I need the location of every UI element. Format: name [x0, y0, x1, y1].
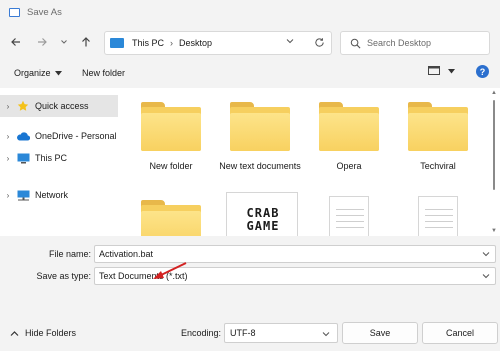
expand-chevron-icon[interactable]: ›: [0, 154, 16, 163]
star-icon: [16, 100, 30, 112]
scroll-up-icon[interactable]: ▲: [491, 90, 497, 96]
file-item-name: Opera: [336, 161, 362, 171]
dialog-footer: Hide Folders Encoding: UTF-8 Save Cancel: [0, 318, 500, 351]
file-item-folder[interactable]: Techviral: [395, 98, 481, 172]
file-item-folder[interactable]: New folder: [128, 98, 214, 172]
file-name-dropdown-icon[interactable]: [481, 249, 491, 261]
image-thumbnail: CRAB GAME ↗: [226, 192, 298, 236]
window-title: Save As: [27, 6, 62, 18]
search-icon: [350, 38, 361, 49]
sidebar-item-label: This PC: [35, 153, 68, 163]
folder-icon: [137, 98, 205, 154]
sidebar-item-this-pc[interactable]: › This PC: [0, 147, 118, 169]
save-as-type-label: Save as type:: [36, 271, 91, 281]
file-item-name: New folder: [149, 161, 193, 171]
save-button[interactable]: Save: [342, 322, 418, 344]
network-icon: [16, 189, 30, 201]
sidebar-item-label: Network: [35, 190, 69, 200]
folder-icon: [315, 98, 383, 154]
save-dialog-icon: [9, 7, 20, 17]
cloud-icon: [16, 130, 30, 142]
file-list: New folder New text documents Opera Tech…: [128, 88, 488, 236]
forward-arrow-icon[interactable]: [34, 34, 50, 50]
file-item-folder[interactable]: [128, 196, 214, 236]
folder-icon: [137, 196, 205, 236]
encoding-dropdown-icon[interactable]: [321, 329, 331, 341]
file-item-folder[interactable]: Opera: [306, 98, 392, 172]
sidebar-item-label: OneDrive - Personal: [35, 131, 117, 141]
file-item-document[interactable]: [306, 196, 392, 236]
scroll-down-icon[interactable]: ▼: [491, 228, 497, 234]
search-box[interactable]: Search Desktop: [340, 31, 490, 55]
hide-folders-label: Hide Folders: [25, 328, 77, 338]
this-pc-icon: [110, 38, 124, 48]
navigation-pane: › Quick access › OneDrive - Personal › T…: [0, 88, 120, 236]
address-bar[interactable]: This PC › Desktop: [104, 31, 332, 55]
save-options: File name: Activation.bat Save as type: …: [0, 236, 500, 316]
refresh-icon[interactable]: [314, 37, 325, 50]
title-bar: Save As: [0, 0, 500, 24]
navigation-bar: This PC › Desktop Search Desktop: [0, 28, 500, 58]
new-folder-button[interactable]: New folder: [82, 68, 125, 78]
organize-dropdown-icon: [54, 70, 62, 76]
breadcrumb-this-pc[interactable]: This PC: [132, 38, 164, 48]
encoding-select[interactable]: UTF-8: [224, 323, 338, 343]
encoding-value: UTF-8: [230, 328, 256, 338]
document-icon: [404, 196, 472, 236]
file-item-name: Techviral: [420, 161, 456, 171]
recent-locations-chevron-icon[interactable]: [56, 34, 72, 50]
search-input[interactable]: Search Desktop: [367, 38, 431, 48]
sidebar-item-label: Quick access: [35, 101, 89, 111]
breadcrumb-desktop[interactable]: Desktop: [179, 38, 212, 48]
view-dropdown-icon[interactable]: [448, 68, 455, 74]
organize-label: Organize: [14, 68, 51, 78]
organize-button[interactable]: Organize: [14, 68, 62, 78]
document-icon: [315, 196, 383, 236]
folder-icon: [404, 98, 472, 154]
file-name-value[interactable]: Activation.bat: [99, 249, 153, 259]
hide-folders-button[interactable]: Hide Folders: [10, 328, 76, 338]
address-history-chevron-icon[interactable]: [285, 36, 295, 48]
back-arrow-icon[interactable]: [8, 34, 24, 50]
save-as-type-dropdown-icon[interactable]: [481, 271, 491, 283]
view-options[interactable]: [428, 66, 455, 76]
breadcrumb-separator: ›: [170, 38, 174, 48]
encoding-label: Encoding:: [181, 328, 222, 338]
image-thumbnail-text: CRAB GAME: [246, 206, 280, 233]
save-as-type-select[interactable]: Text Documents (*.txt): [94, 267, 496, 285]
up-arrow-icon[interactable]: [78, 34, 94, 50]
file-item-folder[interactable]: New text documents: [217, 98, 303, 172]
folder-icon: [226, 98, 294, 154]
expand-chevron-icon[interactable]: ›: [0, 191, 16, 200]
sidebar-item-onedrive[interactable]: › OneDrive - Personal: [0, 125, 118, 147]
expand-chevron-icon[interactable]: ›: [0, 132, 16, 141]
pc-icon: [16, 152, 30, 164]
help-icon[interactable]: ?: [476, 65, 489, 78]
cancel-button[interactable]: Cancel: [422, 322, 498, 344]
sidebar-item-network[interactable]: › Network: [0, 184, 118, 206]
expand-chevron-icon[interactable]: ›: [0, 102, 16, 111]
command-bar: Organize New folder ?: [0, 60, 500, 88]
file-item-image-shortcut[interactable]: CRAB GAME ↗: [217, 192, 303, 236]
save-as-type-value: Text Documents (*.txt): [99, 271, 188, 281]
vertical-scrollbar[interactable]: ▲ ▼: [490, 88, 498, 236]
file-item-name: New text documents: [219, 161, 301, 171]
main-content: › Quick access › OneDrive - Personal › T…: [0, 88, 500, 236]
file-item-document[interactable]: [395, 196, 481, 236]
chevron-up-icon: [10, 330, 19, 337]
file-name-field[interactable]: Activation.bat: [94, 245, 496, 263]
view-mode-icon[interactable]: [428, 66, 440, 76]
file-name-label: File name:: [48, 249, 91, 259]
scrollbar-thumb[interactable]: [493, 100, 495, 190]
sidebar-item-quick-access[interactable]: › Quick access: [0, 95, 118, 117]
